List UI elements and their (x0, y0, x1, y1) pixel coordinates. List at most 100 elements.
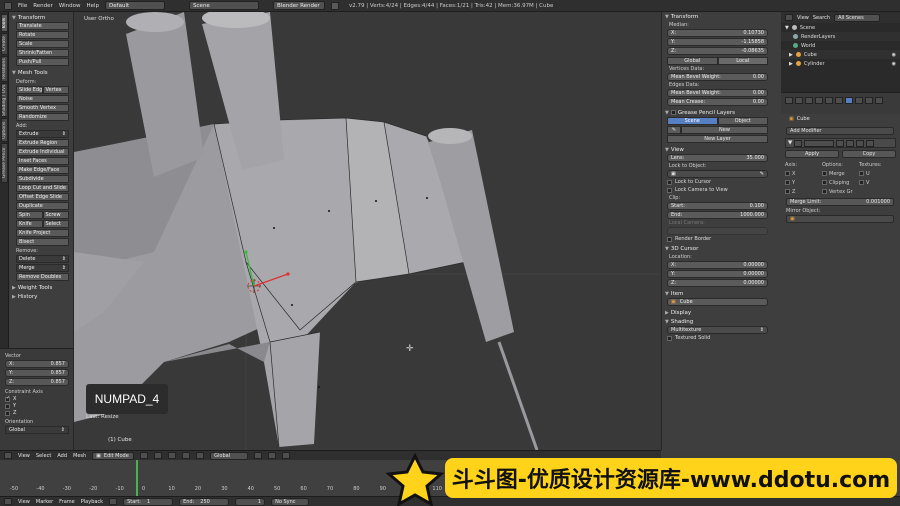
slide-edge-button[interactable]: Slide Edge (16, 86, 43, 94)
menu-add[interactable]: Add (57, 453, 67, 459)
menu-search[interactable]: Search (813, 15, 830, 21)
delete-dropdown[interactable]: Delete ⇕ (16, 255, 69, 263)
merge-limit-field[interactable]: Merge Limit: 0.001000 (786, 198, 894, 206)
render-engine-selector[interactable]: Blender Render (273, 1, 326, 10)
menu-window[interactable]: Window (59, 3, 81, 9)
subdivide-button[interactable]: Subdivide (16, 175, 69, 183)
constraint-x-checkbox[interactable]: X (5, 396, 69, 402)
shading-panel-header[interactable]: ▼ Shading (662, 317, 781, 326)
menu-playback[interactable]: Playback (81, 499, 103, 505)
display-panel-header[interactable]: ▶ Display (662, 308, 781, 317)
spin-button[interactable]: Spin (16, 211, 43, 219)
slide-vertex-button[interactable]: Vertex (42, 86, 69, 94)
edge-bevel-weight-field[interactable]: Mean Bevel Weight: 0.00 (667, 89, 768, 97)
inset-faces-button[interactable]: Inset Faces (16, 157, 69, 165)
rotate-button[interactable]: Rotate (16, 31, 69, 39)
lock-object-field[interactable]: ▣ ✎ (667, 170, 768, 178)
tab-grease-pencil[interactable]: Grease Pencil (1, 143, 8, 183)
start-frame-field[interactable]: Start: 1 (123, 497, 174, 506)
info-editor-icon[interactable] (4, 1, 12, 10)
lock-camera-checkbox[interactable]: Lock Camera to View (667, 187, 781, 193)
texture-v-checkbox[interactable]: V (859, 178, 896, 187)
extrude-region-button[interactable]: Extrude Region (16, 139, 69, 147)
checkbox-icon[interactable] (670, 110, 676, 115)
screw-button[interactable]: Screw (42, 211, 69, 219)
modifiers-tab-icon[interactable] (845, 97, 853, 104)
constraints-tab-icon[interactable] (835, 97, 843, 104)
world-tab-icon[interactable] (815, 97, 823, 104)
grease-pencil-panel-header[interactable]: ▼ Grease Pencil Layers (662, 108, 781, 117)
manipulator-scale-icon[interactable] (196, 452, 205, 459)
global-toggle[interactable]: Global (667, 57, 718, 65)
transform-panel-header[interactable]: ▼ Transform (662, 12, 781, 21)
panel-transform-header[interactable]: ▼ Transform (9, 13, 73, 22)
editor-type-icon[interactable] (785, 14, 793, 21)
view-panel-header[interactable]: ▼ View (662, 145, 781, 154)
make-edge-face-button[interactable]: Make Edge/Face (16, 166, 69, 174)
axis-y-checkbox[interactable]: Y (785, 178, 822, 187)
outliner-row[interactable]: ▶ Cube ◉ (781, 50, 900, 59)
cursor-z-field[interactable]: Z: 0.00000 (667, 279, 768, 287)
transform-orientation-selector[interactable]: Global (210, 451, 249, 460)
clipping-checkbox[interactable]: Clipping (822, 178, 859, 187)
gp-object-tab[interactable]: Object (717, 117, 768, 125)
mean-crease-field[interactable]: Mean Crease: 0.00 (667, 98, 768, 106)
menu-frame[interactable]: Frame (59, 499, 75, 505)
render-tab-icon[interactable] (785, 97, 793, 104)
randomize-button[interactable]: Randomize (16, 113, 69, 121)
constraint-y-checkbox[interactable]: Y (5, 403, 69, 409)
record-icon[interactable] (109, 498, 118, 505)
3d-viewport[interactable]: ✛ User Ortho NUMPAD_4 Last: Resize (1) C… (74, 12, 661, 450)
manipulator-rotate-icon[interactable] (182, 452, 191, 459)
gp-scene-tab[interactable]: Scene (667, 117, 718, 125)
texture-tab-icon[interactable] (875, 97, 883, 104)
tab-relations[interactable]: Relations (1, 56, 8, 82)
scene-tab-icon[interactable] (805, 97, 813, 104)
noise-button[interactable]: Noise (16, 95, 69, 103)
median-z-field[interactable]: Z: -0.08635 (667, 47, 768, 55)
knife-select-button[interactable]: Select (42, 220, 69, 228)
menu-select[interactable]: Select (36, 453, 51, 459)
gp-new-button[interactable]: New (681, 126, 768, 134)
close-icon[interactable] (866, 139, 875, 147)
knife-button[interactable]: Knife (16, 220, 43, 228)
visibility-eye-icon[interactable]: ◉ (892, 61, 896, 67)
edge-select-icon[interactable] (268, 452, 277, 459)
face-select-icon[interactable] (282, 452, 291, 459)
outliner-row[interactable]: RenderLayers (781, 32, 900, 41)
vector-y-field[interactable]: Y: 0.857 (5, 369, 69, 377)
render-layers-tab-icon[interactable] (795, 97, 803, 104)
lens-field[interactable]: Lens: 35.000 (667, 154, 768, 162)
shrink-fatten-button[interactable]: Shrink/Fatten (16, 49, 69, 57)
tab-tools[interactable]: Tools (1, 14, 8, 32)
outliner-row[interactable]: World (781, 41, 900, 50)
scene-selector[interactable]: Scene (189, 1, 260, 10)
offset-edge-slide-button[interactable]: Offset Edge Slide (16, 193, 69, 201)
local-camera-field[interactable] (667, 227, 768, 235)
remove-doubles-button[interactable]: Remove Doubles (16, 273, 69, 281)
modifier-name-field[interactable] (804, 139, 835, 147)
axis-z-checkbox[interactable]: Z (785, 187, 822, 196)
render-border-checkbox[interactable]: Render Border (667, 236, 781, 242)
merge-dropdown[interactable]: Merge ⇕ (16, 264, 69, 272)
vector-x-field[interactable]: X: 0.857 (5, 360, 69, 368)
menu-render[interactable]: Render (33, 3, 53, 9)
panel-weight-tools-header[interactable]: ▶ Weight Tools (9, 283, 73, 292)
push-pull-button[interactable]: Push/Pull (16, 58, 69, 66)
manipulator-translate-icon[interactable] (168, 452, 177, 459)
knife-project-button[interactable]: Knife Project (16, 229, 69, 237)
visibility-eye-icon[interactable]: ◉ (892, 52, 896, 58)
end-frame-field[interactable]: End: 250 (179, 497, 230, 506)
editor-type-icon[interactable] (4, 452, 12, 459)
shading-mode-dropdown[interactable]: Multitexture ⇕ (667, 326, 768, 334)
item-panel-header[interactable]: ▼ Item (662, 289, 781, 298)
tab-options[interactable]: Options (1, 118, 8, 142)
pivot-point-icon[interactable] (154, 452, 163, 459)
panel-mesh-tools-header[interactable]: ▼ Mesh Tools (9, 68, 73, 77)
menu-mesh[interactable]: Mesh (73, 453, 86, 459)
3d-cursor-panel-header[interactable]: ▼ 3D Cursor (662, 244, 781, 253)
item-name-field[interactable]: ▣ Cube (667, 298, 768, 306)
apply-button[interactable]: Apply (785, 150, 839, 158)
sync-selector[interactable]: No Sync (271, 497, 310, 506)
vertex-select-icon[interactable] (254, 452, 263, 459)
